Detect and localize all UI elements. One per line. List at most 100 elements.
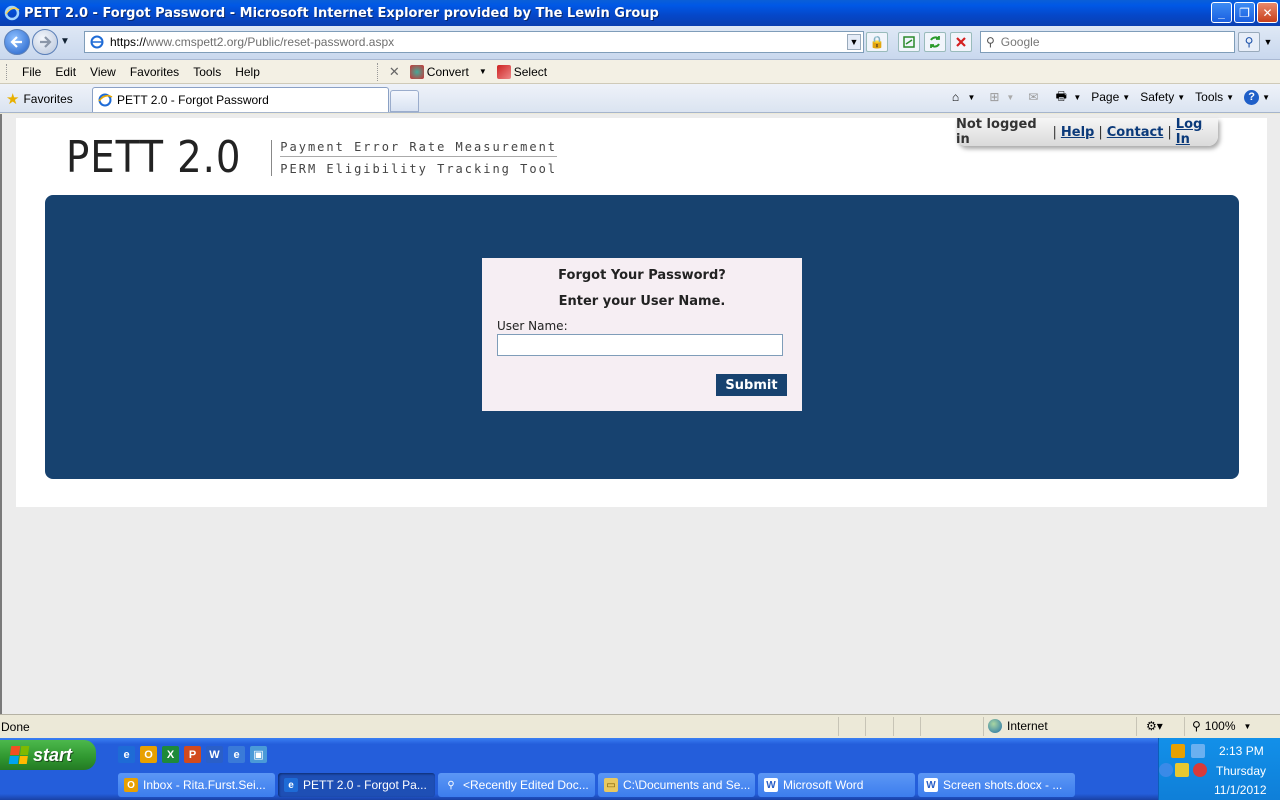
printer-icon: 🖶 bbox=[1055, 88, 1067, 103]
select-icon bbox=[496, 64, 511, 79]
tools-menu-button[interactable]: Tools ▼ bbox=[1195, 90, 1234, 104]
zoom-level: 100% bbox=[1204, 719, 1236, 733]
lock-tray-icon[interactable] bbox=[1175, 763, 1189, 777]
internet-explorer-icon bbox=[98, 93, 113, 107]
address-toolbar: ▼ https:// www.cmspett2.org/Public/reset… bbox=[0, 26, 1280, 60]
login-link[interactable]: Log In bbox=[1176, 117, 1218, 147]
show-hidden-icons-button[interactable] bbox=[1159, 763, 1173, 777]
contact-link[interactable]: Contact bbox=[1107, 125, 1164, 140]
convert-dropdown-icon[interactable]: ▼ bbox=[479, 67, 487, 76]
logo-title: PETT 2.0 bbox=[66, 132, 242, 183]
tab-pett-forgot-password[interactable]: PETT 2.0 - Forgot Password bbox=[92, 87, 389, 112]
outlook-tray-icon[interactable] bbox=[1171, 744, 1185, 758]
task-outlook[interactable]: O Inbox - Rita.Furst.Sei... bbox=[118, 773, 275, 797]
desktop-icon[interactable]: ▣ bbox=[250, 746, 267, 763]
task-explorer[interactable]: ▭ C:\Documents and Se... bbox=[598, 773, 755, 797]
internet-explorer-icon: e bbox=[284, 778, 298, 792]
mail-icon: ✉ bbox=[1028, 90, 1039, 104]
task-search[interactable]: ⚲ <Recently Edited Doc... bbox=[438, 773, 595, 797]
help-icon: ? bbox=[1244, 89, 1260, 105]
minimize-button[interactable]: _ bbox=[1211, 2, 1232, 23]
menu-tools[interactable]: Tools bbox=[186, 65, 228, 79]
status-text: Done bbox=[1, 720, 30, 734]
security-zone[interactable]: Internet bbox=[988, 719, 1048, 733]
help-link[interactable]: Help bbox=[1061, 125, 1094, 140]
username-input[interactable] bbox=[497, 334, 783, 356]
compatibility-icon[interactable] bbox=[898, 32, 920, 52]
select-button[interactable]: Select bbox=[492, 64, 552, 79]
forgot-password-form: Forgot Your Password? Enter your User Na… bbox=[482, 258, 802, 411]
menu-file[interactable]: File bbox=[15, 65, 48, 79]
forward-arrow-icon bbox=[40, 36, 52, 48]
menu-help[interactable]: Help bbox=[228, 65, 267, 79]
page-menu-button[interactable]: Page ▼ bbox=[1091, 90, 1130, 104]
address-bar[interactable]: https:// www.cmspett2.org/Public/reset-p… bbox=[84, 31, 864, 53]
search-go-button[interactable]: ⚲ bbox=[1238, 32, 1260, 52]
submit-button[interactable]: Submit bbox=[716, 374, 787, 396]
excel-icon[interactable]: X bbox=[162, 746, 179, 763]
search-options-dropdown-icon[interactable]: ▼ bbox=[1262, 32, 1274, 52]
menu-edit[interactable]: Edit bbox=[48, 65, 83, 79]
forward-button[interactable] bbox=[32, 29, 58, 55]
task-word-doc[interactable]: W Screen shots.docx - ... bbox=[918, 773, 1075, 797]
url-path: www.cmspett2.org/Public/reset-password.a… bbox=[146, 35, 395, 49]
close-button[interactable]: ✕ bbox=[1257, 2, 1278, 23]
logo-subtitle-1: Payment Error Rate Measurement bbox=[280, 140, 558, 157]
restore-button[interactable]: ❐ bbox=[1234, 2, 1255, 23]
search-input[interactable]: ⚲ Google bbox=[980, 31, 1235, 53]
word-icon: W bbox=[924, 778, 938, 792]
page-menu-label: Page bbox=[1091, 90, 1120, 104]
folder-icon: ▭ bbox=[604, 778, 618, 792]
back-button[interactable] bbox=[4, 29, 30, 55]
favorites-button[interactable]: ★ Favorites bbox=[6, 90, 73, 108]
powerpoint-icon[interactable]: P bbox=[184, 746, 201, 763]
internet-explorer-icon bbox=[4, 5, 20, 21]
wireless-tray-icon[interactable] bbox=[1193, 763, 1207, 777]
page-viewport: PETT 2.0 Payment Error Rate Measurement … bbox=[0, 114, 1280, 714]
task-ie[interactable]: e PETT 2.0 - Forgot Pa... bbox=[278, 773, 435, 797]
browser-icon[interactable]: e bbox=[228, 746, 245, 763]
protected-mode-icon[interactable]: ⚙▾ bbox=[1146, 719, 1163, 733]
tools-menu-label: Tools bbox=[1195, 90, 1224, 104]
print-button[interactable]: 🖶 ▼ bbox=[1052, 88, 1082, 105]
select-label: Select bbox=[513, 64, 548, 79]
start-button[interactable]: start bbox=[0, 740, 96, 770]
help-menu-button[interactable]: ? ▼ bbox=[1244, 89, 1270, 105]
close-toolbar-button[interactable]: ✕ bbox=[384, 64, 405, 80]
login-status-text: Not logged in bbox=[956, 117, 1037, 147]
lock-icon[interactable]: 🔒 bbox=[866, 32, 888, 52]
quick-launch: e O X P W e ▣ bbox=[118, 746, 267, 763]
new-tab-button[interactable] bbox=[390, 90, 419, 112]
menu-favorites[interactable]: Favorites bbox=[123, 65, 186, 79]
search-icon: ⚲ bbox=[986, 35, 995, 49]
back-arrow-icon bbox=[10, 36, 22, 48]
star-icon: ★ bbox=[6, 91, 20, 108]
zoom-icon: ⚲ bbox=[1192, 719, 1201, 733]
zone-label: Internet bbox=[1007, 719, 1048, 733]
task-label: C:\Documents and Se... bbox=[623, 778, 751, 792]
refresh-icon[interactable] bbox=[924, 32, 946, 52]
stop-icon[interactable] bbox=[950, 32, 972, 52]
word-icon[interactable]: W bbox=[206, 746, 223, 763]
internet-explorer-icon[interactable]: e bbox=[118, 746, 135, 763]
home-button[interactable]: ⌂ ▼ bbox=[946, 89, 976, 105]
feeds-button[interactable]: ⊞ ▼ bbox=[985, 89, 1014, 105]
system-tray: 2:13 PM Thursday 11/1/2012 bbox=[1158, 738, 1280, 800]
task-word[interactable]: W Microsoft Word bbox=[758, 773, 915, 797]
history-dropdown-icon[interactable]: ▼ bbox=[60, 36, 70, 47]
windows-flag-icon bbox=[8, 746, 30, 764]
tab-title: PETT 2.0 - Forgot Password bbox=[117, 93, 269, 107]
clock-time[interactable]: 2:13 PM bbox=[1219, 744, 1264, 758]
zoom-dropdown-icon[interactable]: ▼ bbox=[1244, 722, 1252, 731]
page-container: PETT 2.0 Payment Error Rate Measurement … bbox=[16, 117, 1267, 507]
convert-button[interactable]: Convert ▼ bbox=[405, 64, 492, 79]
favorites-bar: ★ Favorites PETT 2.0 - Forgot Password ⌂… bbox=[0, 84, 1280, 113]
safety-menu-button[interactable]: Safety ▼ bbox=[1140, 90, 1185, 104]
zoom-control[interactable]: ⚲ 100% ▼ bbox=[1192, 719, 1251, 733]
outlook-icon[interactable]: O bbox=[140, 746, 157, 763]
address-dropdown-icon[interactable]: ▼ bbox=[847, 34, 861, 50]
read-mail-button[interactable]: ✉ bbox=[1024, 89, 1042, 105]
task-label: Screen shots.docx - ... bbox=[943, 778, 1063, 792]
network-tray-icon[interactable] bbox=[1191, 744, 1205, 758]
menu-view[interactable]: View bbox=[83, 65, 123, 79]
